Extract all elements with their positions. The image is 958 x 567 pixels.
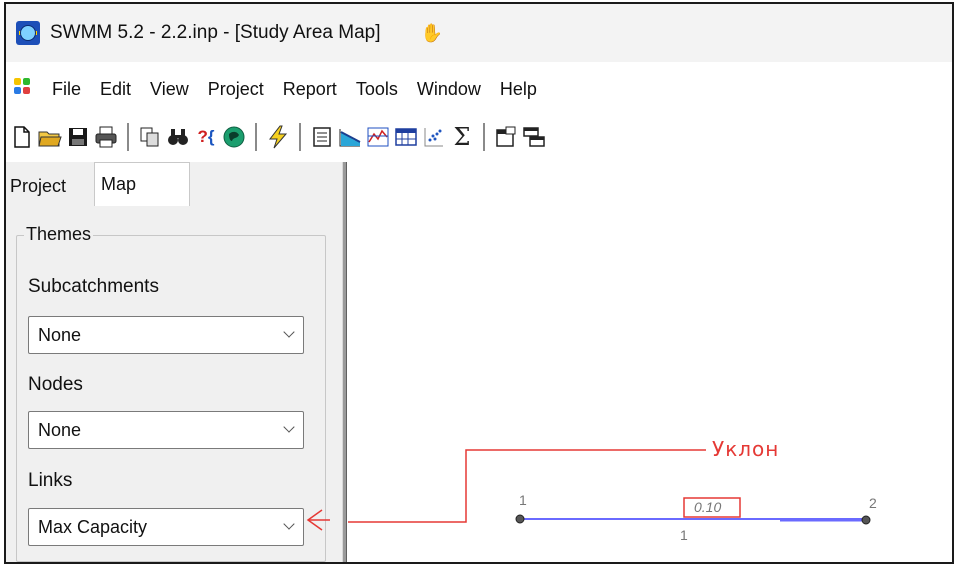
nodes-label: Nodes	[28, 374, 83, 395]
print-icon[interactable]	[94, 125, 118, 149]
link-label: 1	[680, 527, 688, 543]
toolbar-separator	[127, 123, 129, 151]
overview-map-icon[interactable]	[222, 125, 246, 149]
menu-report[interactable]: Report	[280, 75, 340, 104]
annotation-arrowhead	[306, 509, 330, 531]
chevron-down-icon	[283, 518, 295, 530]
nodes-value: None	[38, 420, 82, 440]
menu-tools[interactable]: Tools	[353, 75, 401, 104]
tab-project[interactable]: Project	[10, 168, 66, 204]
app-window: SWMM 5.2 - 2.2.inp - [Study Area Map] ✋ …	[4, 2, 954, 564]
splitter[interactable]	[342, 162, 347, 562]
profile-plot-icon[interactable]	[338, 125, 362, 149]
node-start-label: 1	[519, 492, 527, 508]
swmm-app-icon[interactable]	[16, 21, 40, 45]
subcatchments-dropdown[interactable]: None	[28, 316, 304, 354]
open-folder-icon[interactable]	[38, 125, 62, 149]
statistics-icon[interactable]: Σ	[450, 123, 474, 151]
copy-icon[interactable]	[138, 125, 162, 149]
chevron-down-icon	[283, 326, 295, 338]
save-icon[interactable]	[66, 125, 90, 149]
find-icon[interactable]	[166, 125, 190, 149]
menu-bar: File Edit View Project Report Tools Wind…	[6, 64, 952, 114]
hand-cursor-icon: ✋	[420, 22, 443, 43]
annotation-label: Уклон	[712, 437, 779, 461]
node-end-label: 2	[869, 495, 877, 511]
run-icon[interactable]	[266, 125, 290, 149]
browser-panel: Project Map Themes Subcatchments None No…	[6, 162, 342, 562]
panel-tabs: Project Map	[6, 162, 342, 206]
subcatchments-label: Subcatchments	[28, 276, 159, 297]
links-value: Max Capacity	[38, 517, 148, 537]
table-icon[interactable]	[394, 125, 418, 149]
subcatchments-value: None	[38, 325, 82, 345]
chevron-down-icon	[283, 421, 295, 433]
options-icon[interactable]	[494, 125, 518, 149]
tab-map[interactable]: Map	[94, 162, 190, 206]
annotation-leader-line	[348, 449, 706, 523]
menu-window[interactable]: Window	[414, 75, 484, 104]
arrange-windows-icon[interactable]	[522, 125, 546, 149]
scatter-plot-icon[interactable]	[422, 125, 446, 149]
toolbar: ?{ Σ	[6, 114, 952, 160]
menu-project[interactable]: Project	[205, 75, 267, 104]
menu-file[interactable]: File	[49, 75, 84, 104]
links-label: Links	[28, 470, 73, 491]
node-end[interactable]	[861, 515, 871, 525]
toolbar-separator	[299, 123, 301, 151]
menu-view[interactable]: View	[147, 75, 192, 104]
mdi-child-icon[interactable]	[14, 78, 36, 100]
links-dropdown[interactable]: Max Capacity	[28, 508, 304, 546]
study-area-map[interactable]: 1 2 1 0.10 Уклон	[348, 162, 952, 562]
title-bar[interactable]: SWMM 5.2 - 2.2.inp - [Study Area Map] ✋	[6, 4, 952, 62]
time-series-plot-icon[interactable]	[366, 125, 390, 149]
status-report-icon[interactable]	[310, 125, 334, 149]
nodes-dropdown[interactable]: None	[28, 411, 304, 449]
query-icon[interactable]: ?{	[194, 125, 218, 149]
menu-edit[interactable]: Edit	[97, 75, 134, 104]
toolbar-separator	[255, 123, 257, 151]
new-file-icon[interactable]	[10, 125, 34, 149]
themes-label: Themes	[24, 224, 94, 245]
window-title: SWMM 5.2 - 2.2.inp - [Study Area Map]	[50, 22, 381, 43]
node-start[interactable]	[515, 514, 525, 524]
link-value-label: 0.10	[694, 499, 721, 515]
menu-help[interactable]: Help	[497, 75, 540, 104]
toolbar-separator	[483, 123, 485, 151]
